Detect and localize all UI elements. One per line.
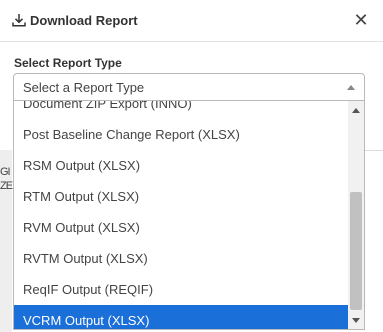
download-icon xyxy=(12,14,26,27)
dropdown-option[interactable]: Post Baseline Change Report (XLSX) xyxy=(14,119,349,150)
close-icon[interactable]: ✕ xyxy=(353,10,369,30)
dropdown-option[interactable]: RVTM Output (XLSX) xyxy=(14,243,349,274)
dropdown-option[interactable]: Document ZIP Export (INNO) xyxy=(14,101,349,119)
dropdown-option[interactable]: ReqIF Output (REQIF) xyxy=(14,274,349,305)
modal-title: Download Report xyxy=(30,13,138,28)
dropdown-options: Document ZIP Export (INNO) Post Baseline… xyxy=(14,101,349,329)
page-backdrop: GI ZE xyxy=(0,150,13,332)
dropdown-option-highlighted[interactable]: VCRM Output (XLSX) xyxy=(14,305,349,329)
report-type-select[interactable]: Select a Report Type xyxy=(13,73,365,101)
report-type-label: Select Report Type xyxy=(14,56,122,70)
download-report-modal: GI ZE Download Report ✕ Select Report Ty… xyxy=(0,0,383,332)
modal-header: Download Report ✕ xyxy=(0,0,383,42)
scroll-down-icon[interactable] xyxy=(352,318,360,323)
backdrop-text-fragment: GI xyxy=(0,166,11,178)
dropdown-scrollbar[interactable] xyxy=(348,101,364,329)
report-type-dropdown: Document ZIP Export (INNO) Post Baseline… xyxy=(13,101,365,330)
select-placeholder: Select a Report Type xyxy=(23,80,145,95)
scroll-up-icon[interactable] xyxy=(352,108,360,113)
backdrop-text-fragment: ZE xyxy=(0,180,13,192)
dropdown-option[interactable]: RVM Output (XLSX) xyxy=(14,212,349,243)
caret-up-icon xyxy=(347,85,355,90)
dropdown-option[interactable]: RSM Output (XLSX) xyxy=(14,150,349,181)
scrollbar-thumb[interactable] xyxy=(350,192,362,310)
modal-divider xyxy=(365,150,383,154)
dropdown-option[interactable]: RTM Output (XLSX) xyxy=(14,181,349,212)
